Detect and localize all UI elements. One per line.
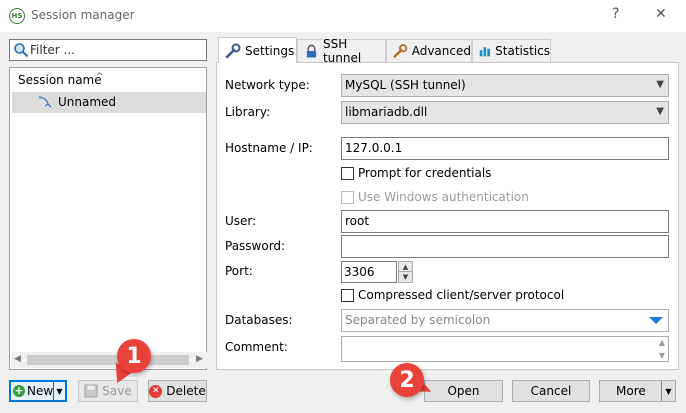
chevron-down-icon: ▼ — [656, 79, 664, 90]
checkbox-box[interactable] — [341, 288, 354, 302]
databases-label: Databases: — [225, 313, 293, 327]
floppy-disk-icon — [84, 384, 98, 398]
dropdown-arrow-icon[interactable] — [649, 317, 663, 324]
scroll-thumb[interactable] — [27, 355, 189, 365]
windows-auth-label: Use Windows authentication — [358, 190, 529, 204]
network-type-label: Network type: — [225, 78, 310, 92]
scroll-left-icon[interactable]: ◀ — [14, 354, 21, 364]
windows-auth-checkbox[interactable]: Use Windows authentication — [341, 190, 529, 204]
more-button-label: More — [616, 384, 646, 398]
comment-label: Comment: — [225, 340, 288, 354]
user-label: User: — [225, 214, 257, 228]
session-tree[interactable]: Session name ^ Unnamed ◀ ▶ — [9, 67, 207, 370]
hostname-label: Hostname / IP: — [225, 141, 313, 155]
network-type-value: MySQL (SSH tunnel) — [345, 78, 466, 92]
comment-textarea[interactable]: ▲ ▼ — [341, 336, 669, 362]
tree-item[interactable]: Unnamed — [12, 92, 206, 113]
delete-icon: ✕ — [149, 384, 163, 398]
bar-chart-icon — [479, 47, 491, 57]
window-title: Session manager — [31, 8, 135, 22]
prompt-credentials-label: Prompt for credentials — [358, 166, 492, 180]
open-button-label: Open — [447, 384, 480, 398]
checkbox-box[interactable] — [341, 166, 354, 180]
tab-label: SSH tunnel — [322, 37, 362, 65]
spin-down-icon[interactable]: ▼ — [399, 272, 412, 282]
hostname-input[interactable]: 127.0.0.1 — [341, 137, 669, 160]
library-label: Library: — [225, 105, 271, 119]
save-button[interactable]: Save — [78, 380, 138, 402]
compressed-protocol-checkbox[interactable]: Compressed client/server protocol — [341, 288, 564, 302]
port-value: 3306 — [344, 265, 375, 279]
tab-advanced[interactable]: Advanced — [386, 39, 472, 62]
dolphin-icon — [38, 96, 52, 108]
port-label: Port: — [225, 264, 253, 278]
spin-up-icon[interactable]: ▲ — [399, 262, 412, 272]
tab-statistics[interactable]: Statistics — [472, 39, 551, 62]
search-icon — [14, 43, 29, 58]
user-value: root — [345, 214, 370, 228]
port-spinner[interactable]: ▲ ▼ — [398, 261, 413, 283]
scroll-down-icon[interactable]: ▼ — [659, 351, 665, 360]
new-button[interactable]: + New ▼ — [9, 380, 67, 402]
lock-icon — [306, 44, 317, 58]
tab-label: Advanced — [411, 44, 471, 58]
chevron-down-icon: ▼ — [656, 106, 664, 117]
plus-icon: + — [13, 384, 25, 397]
user-input[interactable]: root — [341, 210, 669, 233]
compressed-protocol-label: Compressed client/server protocol — [358, 288, 565, 302]
new-button-label: New — [27, 384, 54, 398]
app-icon: HS — [9, 8, 25, 24]
password-label: Password: — [225, 239, 286, 253]
tab-ssh-tunnel[interactable]: SSH tunnel — [297, 37, 386, 65]
delete-button[interactable]: ✕ Delete — [148, 380, 207, 402]
network-type-select[interactable]: MySQL (SSH tunnel) ▼ — [341, 74, 669, 97]
prompt-credentials-checkbox[interactable]: Prompt for credentials — [341, 166, 491, 180]
callout-badge-2: 2 — [390, 363, 424, 397]
cancel-button[interactable]: Cancel — [512, 380, 590, 402]
new-dropdown-icon[interactable]: ▼ — [53, 382, 65, 400]
port-input[interactable]: 3306 — [341, 261, 397, 283]
sort-ascending-icon: ^ — [96, 72, 104, 82]
session-name-header[interactable]: Session name — [18, 73, 102, 87]
open-button[interactable]: Open — [424, 380, 503, 402]
wrench-icon — [225, 43, 241, 58]
tree-header[interactable]: Session name ^ — [10, 68, 206, 92]
more-dropdown-icon[interactable]: ▼ — [661, 381, 675, 401]
tab-label: Statistics — [495, 44, 550, 58]
callout-badge-1: 1 — [117, 339, 151, 373]
scroll-right-icon[interactable]: ▶ — [196, 354, 203, 364]
library-select[interactable]: libmariadb.dll ▼ — [341, 101, 669, 124]
title-bar: HS Session manager ? ✕ — [0, 0, 686, 32]
delete-button-label: Delete — [166, 384, 206, 398]
filter-box[interactable] — [9, 39, 207, 61]
tab-settings[interactable]: Settings — [218, 37, 297, 63]
horizontal-scrollbar[interactable]: ◀ ▶ — [11, 352, 207, 368]
save-button-label: Save — [102, 384, 132, 398]
databases-placeholder: Separated by semicolon — [345, 313, 491, 327]
tab-label: Settings — [245, 43, 295, 58]
cancel-button-label: Cancel — [530, 384, 572, 398]
wrench-icon — [393, 44, 408, 58]
scroll-up-icon[interactable]: ▲ — [659, 338, 665, 347]
tree-item-label: Unnamed — [58, 95, 117, 109]
hostname-value: 127.0.0.1 — [345, 141, 403, 155]
databases-combo[interactable]: Separated by semicolon — [341, 309, 669, 332]
checkbox-box[interactable] — [341, 190, 354, 204]
filter-input[interactable] — [30, 42, 200, 58]
library-value: libmariadb.dll — [345, 105, 428, 119]
close-button[interactable]: ✕ — [655, 6, 667, 22]
more-button[interactable]: More ▼ — [599, 380, 676, 402]
password-input[interactable] — [341, 235, 669, 258]
help-button[interactable]: ? — [612, 6, 619, 22]
